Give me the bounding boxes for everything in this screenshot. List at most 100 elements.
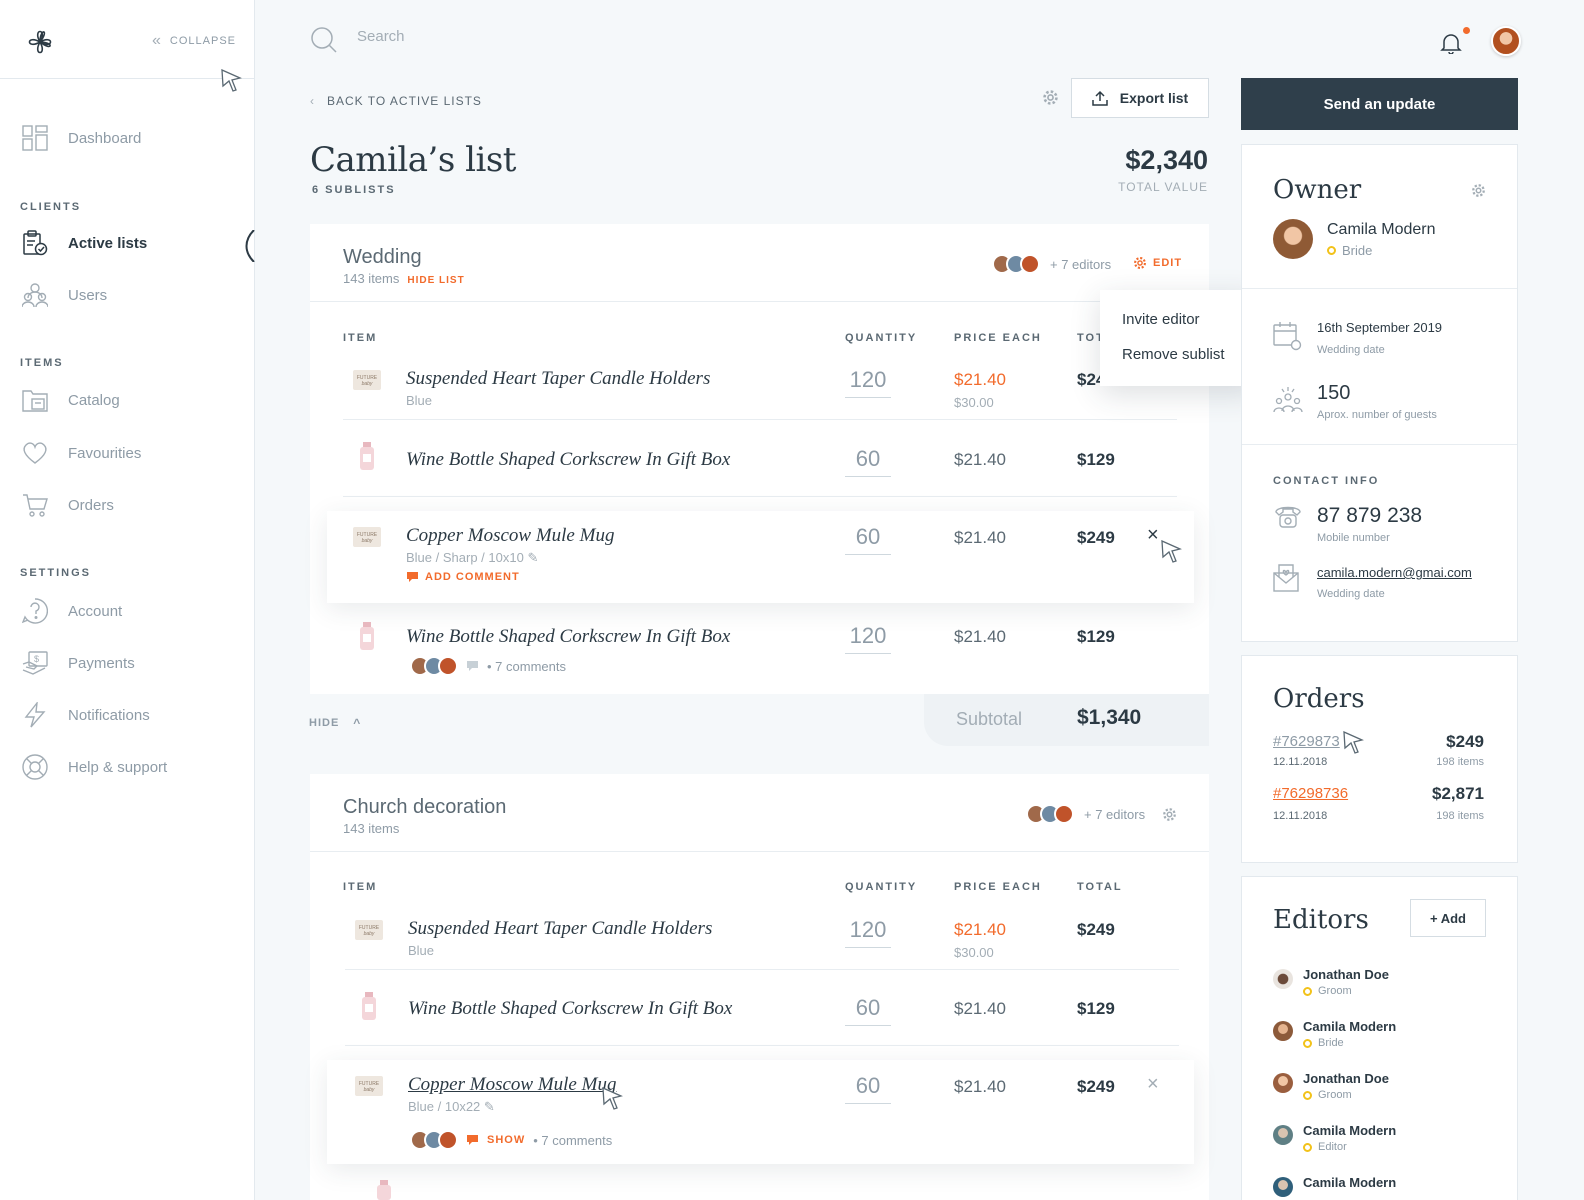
calendar-icon: [1273, 322, 1302, 351]
editors-stack[interactable]: + 7 editors: [1026, 804, 1145, 824]
sidebar-item-users[interactable]: Users: [22, 282, 107, 308]
gear-icon[interactable]: [1042, 89, 1059, 106]
hide-sublist-toggle[interactable]: HIDE ^: [309, 716, 361, 730]
role-dot: [1327, 246, 1336, 255]
quantity-field[interactable]: 60: [845, 1073, 891, 1104]
email-icon: [1273, 564, 1299, 592]
add-comment-button[interactable]: ADD COMMENT: [406, 571, 520, 583]
sidebar-item-dashboard[interactable]: Dashboard: [22, 125, 141, 151]
table-row[interactable]: FUTURE baby Suspended Heart Taper Candle …: [310, 359, 1209, 419]
editors-count: + 7 editors: [1084, 806, 1146, 822]
editor-item[interactable]: Jonathan Doe Groom: [1273, 967, 1389, 997]
catalog-folder-icon: [22, 390, 48, 412]
editors-title: Editors: [1273, 905, 1369, 935]
owner-title: Owner: [1273, 175, 1362, 205]
svg-text:$: $: [34, 654, 39, 664]
sidebar-item-active-lists[interactable]: Active lists: [22, 230, 147, 256]
item-name[interactable]: Suspended Heart Taper Candle Holders: [408, 918, 712, 940]
phone-number[interactable]: 87 879 238: [1317, 504, 1422, 528]
pencil-icon[interactable]: ✎: [527, 550, 538, 565]
original-price: $30.00: [954, 945, 994, 960]
sidebar-item-payments[interactable]: $ Payments: [22, 650, 135, 676]
item-variant: Blue: [406, 393, 433, 408]
search-input[interactable]: [357, 28, 857, 45]
item-count: 143 items: [343, 821, 400, 836]
order-link[interactable]: #7629873: [1273, 733, 1340, 750]
quantity-field[interactable]: 120: [845, 917, 891, 948]
editor-item[interactable]: Camila Modern Bride: [1273, 1019, 1396, 1049]
table-row[interactable]: Wine Bottle Shaped Corkscrew In Gift Box…: [310, 434, 1209, 494]
table-row[interactable]: FUTURE baby Suspended Heart Taper Candle …: [310, 909, 1209, 969]
order-link[interactable]: #76298736: [1273, 785, 1348, 802]
editor-item[interactable]: Camila Modern: [1273, 1175, 1396, 1197]
editor-item[interactable]: Camila Modern Editor: [1273, 1123, 1396, 1153]
user-avatar[interactable]: [1491, 26, 1521, 56]
export-list-button[interactable]: Export list: [1071, 78, 1209, 118]
total-value-label: TOTAL VALUE: [1118, 180, 1208, 194]
sidebar-item-favourites[interactable]: Favourities: [22, 440, 141, 466]
owner-avatar: [1273, 219, 1313, 259]
bell-icon[interactable]: [1440, 32, 1462, 54]
item-name[interactable]: Wine Bottle Shaped Corkscrew In Gift Box: [406, 626, 730, 648]
quantity-field[interactable]: 120: [845, 623, 891, 654]
row-total: $249: [1077, 920, 1115, 939]
remove-item-icon[interactable]: ×: [1147, 1073, 1159, 1096]
chevron-left-icon: ‹: [310, 94, 315, 108]
item-name[interactable]: Copper Moscow Mule Mug: [406, 525, 614, 547]
order-amount: $249: [1446, 732, 1484, 751]
sidebar-item-orders[interactable]: Orders: [22, 492, 114, 518]
row-total: $249: [1077, 528, 1115, 547]
column-quantity: QUANTITY: [845, 881, 918, 893]
show-comments-link[interactable]: SHOW: [487, 1134, 525, 1146]
logo-icon[interactable]: [22, 24, 58, 60]
guest-count: 150: [1317, 382, 1351, 404]
sublist-title: Church decoration: [343, 796, 507, 818]
divider: [345, 969, 1179, 970]
remove-item-icon[interactable]: ×: [1147, 524, 1159, 547]
page-title: Camila’s list: [310, 140, 516, 180]
collapse-button[interactable]: « COLLAPSE: [152, 32, 236, 50]
hide-list-link[interactable]: HIDE LIST: [407, 275, 464, 286]
add-label: + Add: [1430, 910, 1466, 926]
column-quantity: QUANTITY: [845, 332, 918, 344]
sidebar-item-label: Users: [68, 286, 108, 304]
quantity-field[interactable]: 120: [845, 367, 891, 398]
sidebar-item-notifications[interactable]: Notifications: [22, 702, 150, 728]
pencil-icon[interactable]: ✎: [484, 1099, 495, 1114]
gear-icon[interactable]: [1162, 807, 1177, 822]
table-row-highlighted[interactable]: FUTURE baby Copper Moscow Mule Mug Blue /…: [327, 1060, 1194, 1164]
price-each: $21.40: [954, 1077, 1006, 1096]
editor-item[interactable]: Jonathan Doe Groom: [1273, 1071, 1389, 1101]
add-editor-button[interactable]: + Add: [1410, 899, 1486, 937]
menu-item-invite-editor[interactable]: Invite editor: [1122, 311, 1200, 328]
menu-item-remove-sublist[interactable]: Remove sublist: [1122, 346, 1225, 363]
table-row[interactable]: Wine Bottle Shaped Corkscrew In Gift Box…: [310, 984, 1209, 1044]
role-dot: [1303, 986, 1312, 996]
edit-button[interactable]: EDIT: [1133, 256, 1182, 270]
send-update-button[interactable]: Send an update: [1241, 78, 1518, 130]
comment-icon: [407, 572, 418, 582]
table-row-highlighted[interactable]: FUTURE baby Copper Moscow Mule Mug Blue /…: [327, 511, 1194, 603]
search-icon: [311, 27, 337, 53]
sidebar-item-catalog[interactable]: Catalog: [22, 387, 120, 413]
item-name[interactable]: Suspended Heart Taper Candle Holders: [406, 368, 710, 390]
editors-stack[interactable]: + 7 editors: [992, 254, 1111, 274]
email-link[interactable]: camila.modern@gmai.com: [1317, 565, 1472, 580]
comments-summary[interactable]: SHOW • 7 comments: [410, 1130, 612, 1150]
gear-icon[interactable]: [1471, 183, 1486, 198]
sidebar-item-help[interactable]: Help & support: [22, 754, 167, 780]
back-to-active-lists-link[interactable]: ‹ BACK TO ACTIVE LISTS: [310, 94, 482, 108]
sidebar-item-account[interactable]: Account: [22, 598, 122, 624]
table-row[interactable]: Wine Bottle Shaped Corkscrew In Gift Box…: [310, 614, 1209, 684]
product-thumbnail: [377, 1180, 391, 1200]
quantity-field[interactable]: 60: [845, 524, 891, 555]
comments-summary[interactable]: • 7 comments: [410, 656, 566, 676]
item-name[interactable]: Wine Bottle Shaped Corkscrew In Gift Box: [408, 998, 732, 1020]
item-name[interactable]: Copper Moscow Mule Mug: [408, 1074, 616, 1096]
quantity-field[interactable]: 60: [845, 995, 891, 1026]
item-name[interactable]: Wine Bottle Shaped Corkscrew In Gift Box: [406, 449, 730, 471]
cursor-icon: [1161, 539, 1182, 563]
cursor-icon: [602, 1086, 623, 1110]
divider: [1242, 444, 1517, 445]
quantity-field[interactable]: 60: [845, 446, 891, 477]
